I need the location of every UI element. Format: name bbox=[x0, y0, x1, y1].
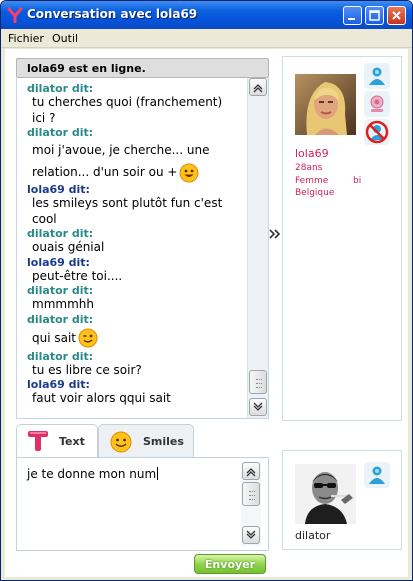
message-text: moi j'avoue, je cherche... une relation.… bbox=[27, 139, 239, 183]
message-text-content: qui sait bbox=[32, 330, 77, 345]
tab-text[interactable]: Text bbox=[16, 424, 98, 457]
close-icon bbox=[392, 11, 401, 20]
chevron-up-icon bbox=[253, 84, 263, 93]
tab-smileys[interactable]: Smiles bbox=[98, 424, 194, 457]
message-text: peut-être toi.... bbox=[32, 268, 123, 283]
user-icon bbox=[369, 466, 385, 484]
message-text: qui sait bbox=[27, 326, 239, 350]
input-scroll-down-button[interactable] bbox=[242, 526, 260, 544]
input-scroll-thumb[interactable] bbox=[242, 482, 260, 506]
message-sender: dilator dit: bbox=[27, 312, 94, 326]
tab-text-label: Text bbox=[59, 435, 85, 448]
menu-file[interactable]: Fichier bbox=[8, 32, 44, 45]
message-list: dilator dit: tu cherches quoi (francheme… bbox=[27, 82, 239, 407]
grin-smiley-icon bbox=[179, 163, 199, 182]
user-icon bbox=[369, 67, 385, 85]
my-profile-panel: dilator bbox=[282, 450, 402, 550]
input-scroll-up-button[interactable] bbox=[242, 462, 260, 480]
text-format-icon bbox=[28, 431, 48, 451]
menu-bar: Fichier Outil bbox=[1, 29, 412, 48]
minimize-icon bbox=[348, 18, 355, 20]
input-scrollbar[interactable] bbox=[241, 462, 261, 546]
my-name: dilator bbox=[295, 529, 331, 542]
menu-tools[interactable]: Outil bbox=[52, 32, 78, 45]
message-text: mmmmhh bbox=[32, 297, 94, 311]
message-sender: lola69 dit: bbox=[27, 378, 90, 391]
compose-tabs: Text Smiles bbox=[16, 424, 267, 457]
contact-gender: Femme bbox=[295, 176, 329, 186]
chat-window: Conversation avec lola69 Fichier Outil l… bbox=[0, 0, 413, 581]
my-profile-button[interactable] bbox=[364, 462, 390, 488]
close-button[interactable] bbox=[387, 6, 406, 25]
scroll-down-button[interactable] bbox=[249, 398, 267, 416]
chevron-down-icon bbox=[246, 530, 256, 539]
maximize-icon bbox=[369, 10, 380, 21]
message-sender: dilator dit: bbox=[27, 349, 94, 363]
window-title: Conversation avec lola69 bbox=[27, 7, 198, 21]
message-text: tu es libre ce soir? bbox=[32, 362, 142, 377]
message-sender: dilator dit: bbox=[27, 82, 94, 95]
message-text: les smileys sont plutôt fun c'est cool bbox=[32, 196, 223, 226]
contact-country: Belgique bbox=[295, 188, 335, 198]
main-content: lola69 est en ligne. dilator dit: tu che… bbox=[5, 49, 408, 577]
message-text: tu cherches quoi (franchement) ici ? bbox=[32, 95, 223, 125]
block-icon bbox=[365, 120, 389, 144]
message-sender: lola69 dit: bbox=[27, 255, 90, 269]
message-input-value: je te donne mon num bbox=[27, 467, 157, 481]
contact-profile-panel: lola69 28ans Femme bi Belgique bbox=[282, 56, 402, 421]
title-bar[interactable]: Conversation avec lola69 bbox=[1, 1, 412, 29]
maximize-button[interactable] bbox=[365, 6, 384, 25]
message-sender: lola69 dit: bbox=[27, 183, 90, 196]
message-input[interactable]: je te donne mon num bbox=[16, 457, 269, 551]
text-caret bbox=[157, 467, 159, 480]
message-sender: dilator dit: bbox=[27, 126, 94, 139]
webcam-icon bbox=[370, 95, 384, 112]
online-status: lola69 est en ligne. bbox=[27, 62, 146, 75]
contact-orientation: bi bbox=[353, 176, 362, 186]
status-bar: lola69 est en ligne. bbox=[16, 58, 269, 78]
view-profile-button[interactable] bbox=[364, 63, 390, 89]
block-contact-button[interactable] bbox=[364, 119, 390, 145]
scroll-up-button[interactable] bbox=[249, 78, 267, 96]
message-sender: dilator dit: bbox=[27, 227, 94, 240]
chat-scrollbar[interactable] bbox=[247, 78, 268, 418]
contact-photo[interactable] bbox=[295, 74, 356, 135]
wink-smiley-icon bbox=[78, 328, 98, 348]
webcam-button[interactable] bbox=[364, 91, 390, 117]
double-chevron-right-icon bbox=[269, 229, 281, 239]
send-button-label: Envoyer bbox=[204, 558, 256, 571]
message-text: ouais génial bbox=[32, 240, 105, 254]
my-photo[interactable] bbox=[295, 464, 356, 524]
scroll-thumb[interactable] bbox=[249, 370, 267, 394]
chevron-up-icon bbox=[246, 468, 256, 477]
collapse-profile-button[interactable] bbox=[268, 227, 282, 241]
message-sender: dilator dit: bbox=[27, 284, 94, 297]
app-logo-icon bbox=[7, 7, 23, 23]
smiley-icon bbox=[110, 431, 132, 453]
send-button[interactable]: Envoyer bbox=[194, 554, 266, 574]
contact-name: lola69 bbox=[295, 147, 329, 160]
chevron-down-icon bbox=[253, 402, 263, 411]
chat-history[interactable]: dilator dit: tu cherches quoi (francheme… bbox=[16, 78, 269, 419]
contact-age: 28ans bbox=[295, 163, 323, 173]
message-text: faut voir alors qqui sait bbox=[32, 391, 171, 405]
minimize-button[interactable] bbox=[343, 6, 362, 25]
tab-smileys-label: Smiles bbox=[143, 435, 184, 448]
message-input-text[interactable]: je te donne mon num bbox=[27, 467, 159, 481]
